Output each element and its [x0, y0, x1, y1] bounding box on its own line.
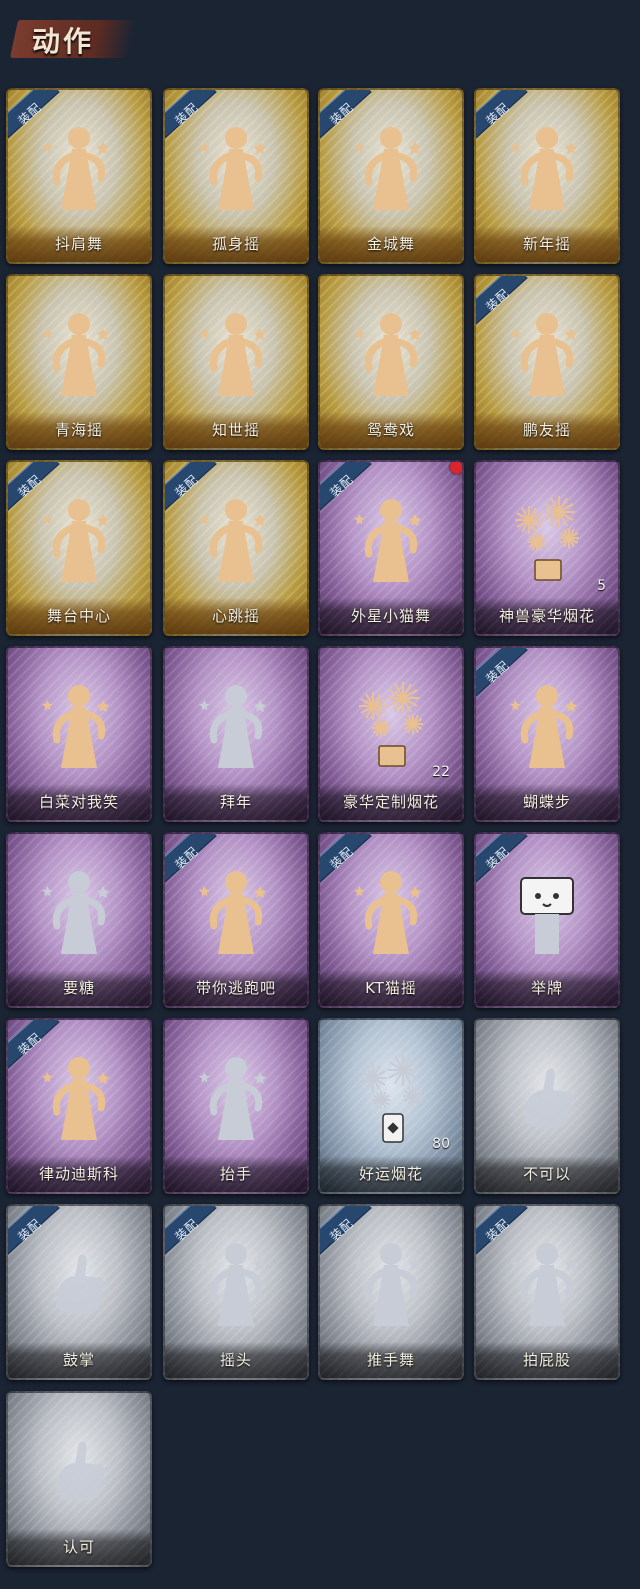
action-card[interactable]: 青海摇 — [6, 274, 152, 450]
raise-hand-icon — [196, 1048, 276, 1148]
action-card[interactable]: 拜年 — [163, 646, 309, 822]
action-card[interactable]: 装配 孤身摇 — [163, 88, 309, 264]
action-card[interactable]: 装配 蝴蝶步 — [474, 646, 620, 822]
dance-figure-icon — [351, 118, 431, 218]
dance-figure-icon — [351, 490, 431, 590]
action-name: 青海摇 — [54, 421, 103, 439]
thumbs-up-icon — [39, 1421, 119, 1521]
dance-figure-icon — [507, 118, 587, 218]
action-card[interactable]: 白菜对我笑 — [6, 646, 152, 822]
action-card[interactable]: 鸳鸯戏 — [318, 274, 464, 450]
dance-figure-icon — [39, 490, 119, 590]
dance-figure-icon — [507, 304, 587, 404]
item-count: 5 — [597, 578, 606, 594]
action-card[interactable]: 装配 带你逃跑吧 — [163, 832, 309, 1008]
action-name: 白菜对我笑 — [38, 793, 119, 811]
action-name: 鸳鸯戏 — [366, 421, 415, 439]
shake-head-icon — [196, 1234, 276, 1334]
action-name: KT猫摇 — [365, 979, 417, 997]
dance-figure-icon — [196, 304, 276, 404]
dance-figure-icon — [351, 304, 431, 404]
action-card[interactable]: 要糖 — [6, 832, 152, 1008]
action-name: 带你逃跑吧 — [195, 979, 276, 997]
action-name: 金城舞 — [366, 235, 415, 253]
item-count: 80 — [432, 1136, 450, 1152]
action-name: 举牌 — [530, 979, 563, 997]
dance-figure-icon — [39, 118, 119, 218]
action-card[interactable]: 抬手 — [163, 1018, 309, 1194]
push-dance-icon — [351, 1234, 431, 1334]
action-card[interactable]: 装配 抖肩舞 — [6, 88, 152, 264]
action-card[interactable]: 装配 拍屁股 — [474, 1204, 620, 1380]
action-card[interactable]: 装配 推手舞 — [318, 1204, 464, 1380]
action-name: 好运烟花 — [358, 1165, 423, 1183]
action-name: 拍屁股 — [522, 1351, 571, 1369]
action-card[interactable]: 装配 鹏友摇 — [474, 274, 620, 450]
pat-icon — [507, 1234, 587, 1334]
action-name: 抬手 — [219, 1165, 252, 1183]
action-card[interactable]: 装配 外星小猫舞 — [318, 460, 464, 636]
dance-figure-icon — [351, 862, 431, 962]
action-name: 拜年 — [219, 793, 252, 811]
action-name: 鼓掌 — [62, 1351, 95, 1369]
fireworks-box-icon — [351, 676, 431, 776]
ask-figure-icon — [39, 862, 119, 962]
action-card[interactable]: 22 豪华定制烟花 — [318, 646, 464, 822]
action-grid: 装配 抖肩舞 装配 孤身摇 装配 金城舞 装配 新年摇青海摇 知世摇 鸳鸯戏 装配 鹏友摇装配 舞台中心… — [6, 88, 634, 1583]
clap-icon — [39, 1234, 119, 1334]
action-card[interactable]: 装配 舞台中心 — [6, 460, 152, 636]
sign-figure-icon — [507, 862, 587, 962]
action-name: 知世摇 — [211, 421, 260, 439]
action-card[interactable]: 不可以 — [474, 1018, 620, 1194]
action-card[interactable]: 装配 KT猫摇 — [318, 832, 464, 1008]
action-card[interactable]: 知世摇 — [163, 274, 309, 450]
action-name: 律动迪斯科 — [38, 1165, 119, 1183]
action-name: 要糖 — [62, 979, 95, 997]
action-card[interactable]: 认可 — [6, 1391, 152, 1567]
action-card[interactable]: 装配 摇头 — [163, 1204, 309, 1380]
action-name: 抖肩舞 — [54, 235, 103, 253]
fireworks-icon — [507, 490, 587, 590]
firework-can-icon — [351, 1048, 431, 1148]
dance-figure-icon — [196, 490, 276, 590]
bow-figure-icon — [196, 676, 276, 776]
item-count: 22 — [432, 764, 450, 780]
dance-figure-icon — [39, 676, 119, 776]
page-title: 动作 — [32, 25, 95, 58]
finger-wag-icon — [507, 1048, 587, 1148]
action-name: 不可以 — [522, 1165, 571, 1183]
dance-figure-icon — [196, 862, 276, 962]
action-name: 认可 — [62, 1538, 95, 1556]
section-header: 动作 — [9, 14, 137, 64]
disco-figure-icon — [39, 1048, 119, 1148]
action-card[interactable]: 装配 新年摇 — [474, 88, 620, 264]
action-name: 舞台中心 — [46, 607, 111, 625]
dance-figure-icon — [39, 304, 119, 404]
action-card[interactable]: 装配 举牌 — [474, 832, 620, 1008]
action-card[interactable]: 装配 心跳摇 — [163, 460, 309, 636]
dance-figure-icon — [196, 118, 276, 218]
action-name: 蝴蝶步 — [522, 793, 571, 811]
action-card[interactable]: 装配 律动迪斯科 — [6, 1018, 152, 1194]
action-name: 外星小猫舞 — [350, 607, 431, 625]
action-name: 心跳摇 — [211, 607, 260, 625]
action-name: 新年摇 — [522, 235, 571, 253]
action-card[interactable]: 装配 金城舞 — [318, 88, 464, 264]
dance-figure-icon — [507, 676, 587, 776]
action-card[interactable]: 装配 鼓掌 — [6, 1204, 152, 1380]
action-name: 鹏友摇 — [522, 421, 571, 439]
action-name: 摇头 — [219, 1351, 252, 1369]
action-card[interactable]: 5 神兽豪华烟花 — [474, 460, 620, 636]
action-name: 豪华定制烟花 — [342, 793, 439, 811]
action-name: 推手舞 — [366, 1351, 415, 1369]
notification-dot — [450, 462, 462, 474]
action-name: 神兽豪华烟花 — [498, 607, 595, 625]
action-name: 孤身摇 — [211, 235, 260, 253]
action-card[interactable]: 80 好运烟花 — [318, 1018, 464, 1194]
